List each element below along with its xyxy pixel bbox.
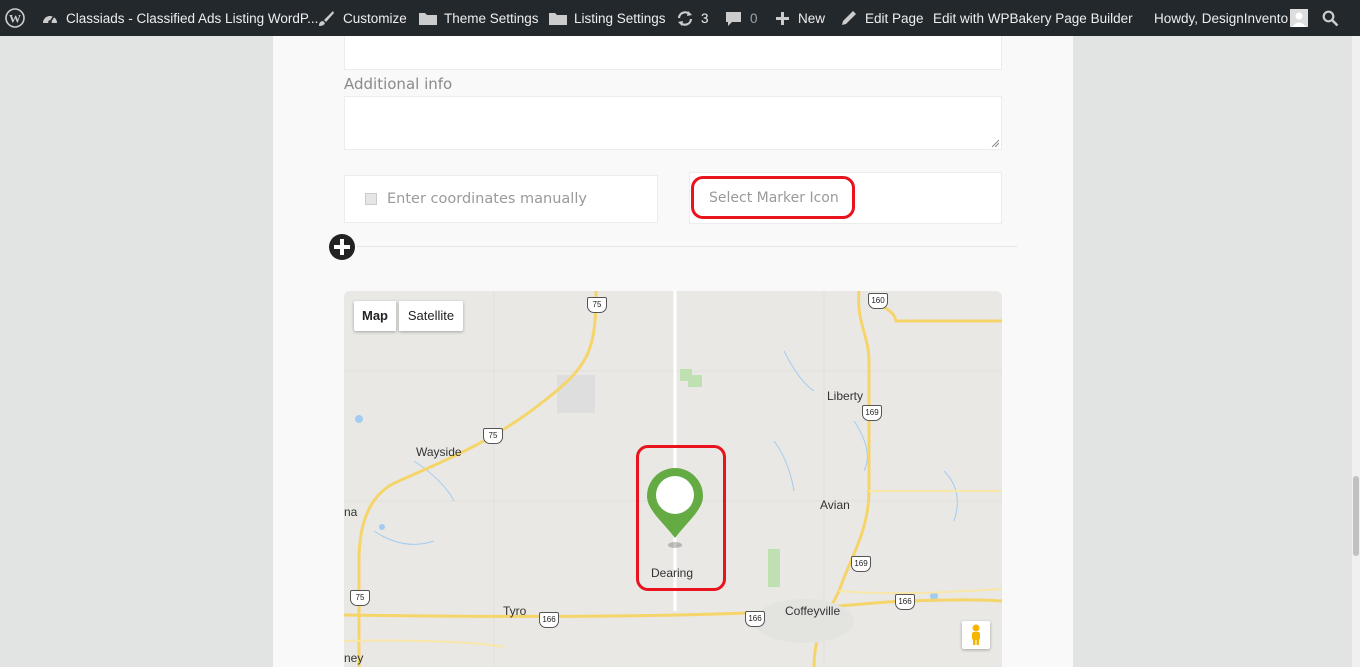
wordpress-logo-icon[interactable]: W xyxy=(5,8,25,28)
wpbakery-link[interactable]: Edit with WPBakery Page Builder xyxy=(933,0,1133,36)
plus-icon xyxy=(776,12,789,25)
pegman-icon xyxy=(972,624,980,645)
marker-icon-highlight xyxy=(691,176,855,219)
map-type-satellite-button[interactable]: Satellite xyxy=(399,301,463,331)
new-link[interactable]: New xyxy=(798,0,825,36)
add-circle-icon[interactable] xyxy=(328,233,356,261)
folder-icon xyxy=(549,13,567,25)
admin-bar: W Classiads - Classified Ads Listing Wor… xyxy=(0,0,1360,36)
map-type-map-button[interactable]: Map xyxy=(354,301,396,331)
route-shield: 169 xyxy=(851,556,871,572)
howdy-user-link[interactable]: Howdy, DesignInvento xyxy=(1154,0,1288,36)
theme-settings-link[interactable]: Theme Settings xyxy=(444,0,539,36)
place-label: Coffeyville xyxy=(785,604,841,618)
updates-icon xyxy=(677,11,693,26)
route-shield: 166 xyxy=(745,611,765,627)
route-shield: 160 xyxy=(868,293,888,309)
resize-handle-icon[interactable] xyxy=(991,139,999,147)
street-view-pegman-button[interactable] xyxy=(962,621,990,649)
folder-icon xyxy=(419,13,437,25)
pencil-icon xyxy=(842,11,856,25)
comment-icon xyxy=(726,12,741,26)
additional-info-textarea[interactable] xyxy=(344,96,1002,150)
place-label: Avian xyxy=(820,498,850,512)
route-shield: 75 xyxy=(483,428,503,444)
place-label: na xyxy=(344,505,358,519)
paintbrush-icon xyxy=(319,11,334,26)
previous-field-input[interactable] xyxy=(344,36,1002,70)
avatar[interactable] xyxy=(1290,9,1308,27)
listing-form-area: Additional info Enter coordinates manual… xyxy=(273,36,1073,667)
svg-text:W: W xyxy=(9,12,21,26)
marker-highlight xyxy=(636,445,726,591)
place-label: Liberty xyxy=(827,389,864,403)
page-scrollbar[interactable] xyxy=(1352,36,1360,667)
divider xyxy=(357,246,1017,247)
place-label: Wayside xyxy=(416,445,462,459)
search-icon[interactable] xyxy=(1322,10,1339,27)
listing-settings-link[interactable]: Listing Settings xyxy=(574,0,666,36)
place-label: Tyro xyxy=(503,604,527,618)
site-title-link[interactable]: Classiads - Classified Ads Listing WordP… xyxy=(66,0,318,36)
route-shield: 166 xyxy=(895,594,915,610)
route-shield: 75 xyxy=(350,590,370,606)
comments-count[interactable]: 0 xyxy=(750,0,758,36)
checkbox[interactable] xyxy=(365,193,377,205)
route-shield: 166 xyxy=(539,612,559,628)
customize-link[interactable]: Customize xyxy=(343,0,407,36)
additional-info-label: Additional info xyxy=(344,75,453,93)
route-shield: 75 xyxy=(587,297,607,313)
coordinates-label: Enter coordinates manually xyxy=(387,191,587,207)
edit-page-link[interactable]: Edit Page xyxy=(865,0,924,36)
dashboard-icon xyxy=(43,15,57,24)
route-shield: 169 xyxy=(862,405,882,421)
updates-count[interactable]: 3 xyxy=(701,0,709,36)
place-label: ney xyxy=(344,651,364,665)
coordinates-toggle-box[interactable]: Enter coordinates manually xyxy=(344,175,658,223)
scrollbar-thumb[interactable] xyxy=(1353,476,1359,556)
